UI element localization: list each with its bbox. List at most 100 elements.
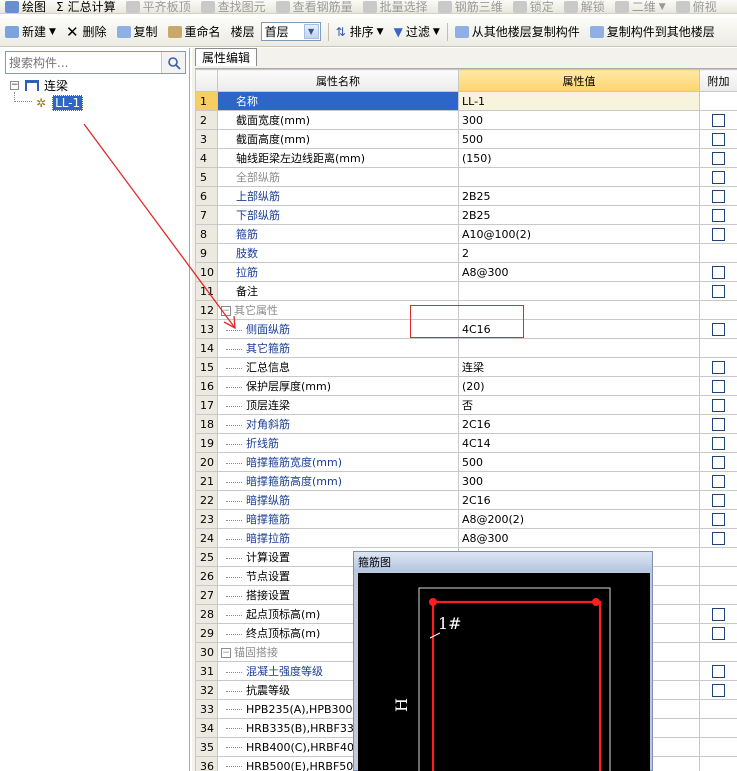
property-value-cell[interactable]: LL-1 xyxy=(458,91,700,111)
add-checkbox[interactable] xyxy=(712,531,725,545)
property-value-cell[interactable]: 否 xyxy=(458,395,700,415)
add-checkbox[interactable] xyxy=(712,132,725,146)
table-row[interactable]: 22 暗撑纵筋 2C16 xyxy=(195,490,737,510)
table-row[interactable]: 24 暗撑拉筋 A8@300 xyxy=(195,528,737,548)
property-value-cell[interactable]: 300 xyxy=(458,110,700,130)
property-value-cell[interactable]: (20) xyxy=(458,376,700,396)
add-checkbox[interactable] xyxy=(712,436,725,450)
property-name-cell[interactable]: 暗撑箍筋 xyxy=(217,509,459,529)
sum-button[interactable]: Σ 汇总计算 xyxy=(51,0,121,13)
add-cell[interactable] xyxy=(699,661,737,681)
add-checkbox[interactable] xyxy=(712,398,725,412)
copy-to-floor-button[interactable]: 复制构件到其他楼层 xyxy=(585,17,720,46)
table-row[interactable]: 5 全部纵筋 xyxy=(195,167,737,187)
copy-button[interactable]: 复制 xyxy=(112,17,163,46)
property-name-cell[interactable]: 下部纵筋 xyxy=(217,205,459,225)
property-value-cell[interactable]: 连梁 xyxy=(458,357,700,377)
add-checkbox[interactable] xyxy=(712,664,725,678)
add-cell[interactable] xyxy=(699,490,737,510)
property-value-cell[interactable]: 2C16 xyxy=(458,414,700,434)
property-value-cell[interactable]: 4C14 xyxy=(458,433,700,453)
property-value-cell[interactable]: A8@300 xyxy=(458,262,700,282)
add-cell[interactable] xyxy=(699,414,737,434)
table-row[interactable]: 9 肢数 2 xyxy=(195,243,737,263)
add-cell[interactable] xyxy=(699,623,737,643)
add-checkbox[interactable] xyxy=(712,607,725,621)
add-cell[interactable] xyxy=(699,148,737,168)
add-cell[interactable] xyxy=(699,509,737,529)
add-checkbox[interactable] xyxy=(712,455,725,469)
table-row[interactable]: 4 轴线距梁左边线距离(mm) (150) xyxy=(195,148,737,168)
property-value-cell[interactable]: A8@300 xyxy=(458,528,700,548)
add-checkbox[interactable] xyxy=(712,493,725,507)
property-value-cell[interactable] xyxy=(458,167,700,187)
property-name-cell[interactable]: 全部纵筋 xyxy=(217,167,459,187)
add-checkbox[interactable] xyxy=(712,113,725,127)
add-checkbox[interactable] xyxy=(712,151,725,165)
floor-select[interactable]: 首层 ▼ xyxy=(260,22,321,41)
find-element-button[interactable]: 查找图元 xyxy=(196,0,271,13)
property-name-cell[interactable]: 暗撑箍筋宽度(mm) xyxy=(217,452,459,472)
search-button[interactable] xyxy=(161,52,185,73)
add-checkbox[interactable] xyxy=(712,284,725,298)
add-cell[interactable] xyxy=(699,262,737,282)
steel-3d-button[interactable]: 钢筋三维 xyxy=(433,0,508,13)
view-mode2-select[interactable]: 俯视 xyxy=(671,0,722,13)
batch-select-button[interactable]: 批量选择 xyxy=(358,0,433,13)
property-value-cell[interactable]: 2C16 xyxy=(458,490,700,510)
table-row[interactable]: 19 折线筋 4C14 xyxy=(195,433,737,453)
collapse-icon[interactable]: − xyxy=(10,81,19,90)
table-row[interactable]: 1 名称 LL-1 xyxy=(195,91,737,111)
property-value-cell[interactable]: 500 xyxy=(458,452,700,472)
stirrup-diagram-window[interactable]: 箍筋图 H 1# xyxy=(353,551,653,771)
property-name-cell[interactable]: 轴线距梁左边线距离(mm) xyxy=(217,148,459,168)
add-cell[interactable] xyxy=(699,471,737,491)
add-checkbox[interactable] xyxy=(712,322,725,336)
add-checkbox[interactable] xyxy=(712,683,725,697)
new-button[interactable]: 新建 ▼ xyxy=(0,17,61,46)
copy-from-floor-button[interactable]: 从其他楼层复制构件 xyxy=(450,17,585,46)
property-name-cell[interactable]: 截面高度(mm) xyxy=(217,129,459,149)
table-row[interactable]: 6 上部纵筋 2B25 xyxy=(195,186,737,206)
add-checkbox[interactable] xyxy=(712,360,725,374)
property-value-cell[interactable]: (150) xyxy=(458,148,700,168)
property-value-cell[interactable]: 2B25 xyxy=(458,205,700,225)
add-checkbox[interactable] xyxy=(712,379,725,393)
add-checkbox[interactable] xyxy=(712,265,725,279)
table-row[interactable]: 16 保护层厚度(mm) (20) xyxy=(195,376,737,396)
add-cell[interactable] xyxy=(699,452,737,472)
table-row[interactable]: 14 其它箍筋 xyxy=(195,338,737,358)
property-value-cell[interactable]: A10@100(2) xyxy=(458,224,700,244)
draw-button[interactable]: 绘图 xyxy=(0,0,51,13)
property-value-cell[interactable] xyxy=(458,338,700,358)
flat-top-button[interactable]: 平齐板顶 xyxy=(121,0,196,13)
table-row[interactable]: 20 暗撑箍筋宽度(mm) 500 xyxy=(195,452,737,472)
delete-button[interactable]: ✕ 删除 xyxy=(61,17,112,46)
property-name-cell[interactable]: 肢数 xyxy=(217,243,459,263)
collapse-icon[interactable]: − xyxy=(221,306,231,316)
table-row[interactable]: 2 截面宽度(mm) 300 xyxy=(195,110,737,130)
add-cell[interactable] xyxy=(699,110,737,130)
rename-button[interactable]: 重命名 xyxy=(163,17,226,46)
property-name-cell[interactable]: 拉筋 xyxy=(217,262,459,282)
add-cell[interactable] xyxy=(699,186,737,206)
add-cell[interactable] xyxy=(699,129,737,149)
property-value-cell[interactable]: A8@200(2) xyxy=(458,509,700,529)
view-mode-select[interactable]: 二维 ▼ xyxy=(610,0,671,13)
add-cell[interactable] xyxy=(699,604,737,624)
tab-property-edit[interactable]: 属性编辑 xyxy=(195,48,258,66)
table-row[interactable]: 21 暗撑箍筋高度(mm) 300 xyxy=(195,471,737,491)
property-name-cell[interactable]: 暗撑纵筋 xyxy=(217,490,459,510)
add-cell[interactable] xyxy=(699,357,737,377)
property-name-cell[interactable]: 顶层连梁 xyxy=(217,395,459,415)
add-checkbox[interactable] xyxy=(712,626,725,640)
add-cell[interactable] xyxy=(699,395,737,415)
filter-button[interactable]: ▼ 过滤 ▼ xyxy=(389,17,445,46)
property-value-cell[interactable]: 300 xyxy=(458,471,700,491)
property-value-cell[interactable]: 500 xyxy=(458,129,700,149)
property-name-cell[interactable]: 箍筋 xyxy=(217,224,459,244)
property-value-cell[interactable] xyxy=(458,281,700,301)
collapse-icon[interactable]: − xyxy=(221,648,231,658)
table-row[interactable]: 8 箍筋 A10@100(2) xyxy=(195,224,737,244)
add-checkbox[interactable] xyxy=(712,170,725,184)
